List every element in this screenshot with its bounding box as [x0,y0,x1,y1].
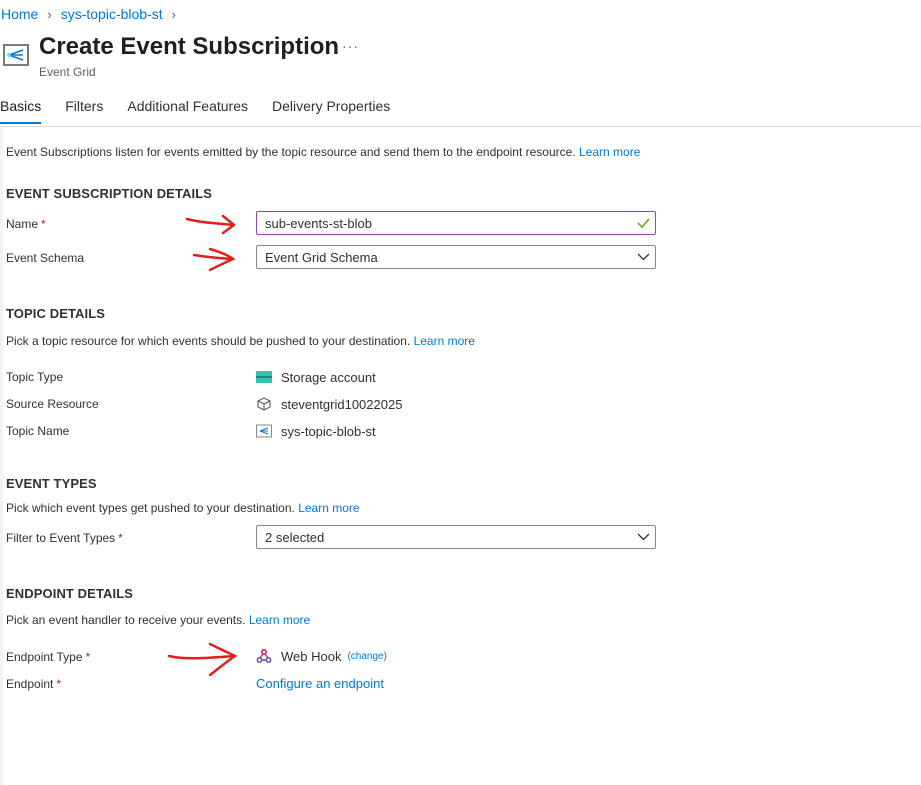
chevron-right-icon: › [171,6,176,22]
filter-event-types-label: Filter to Event Types * [6,531,123,545]
change-endpoint-link[interactable]: (change) [347,651,386,662]
event-schema-dropdown[interactable]: Event Grid Schema [256,245,656,269]
breadcrumb-topic[interactable]: sys-topic-blob-st [61,6,163,22]
endpoint-type-label: Endpoint Type * [6,650,90,664]
intro-description: Event Subscriptions listen for events em… [6,145,576,159]
topic-description: Pick a topic resource for which events s… [6,334,475,348]
endpoint-learn-more-link[interactable]: Learn more [249,613,310,627]
chevron-down-icon [631,253,655,261]
event-types-dropdown[interactable]: 2 selected [256,525,656,549]
source-resource-text: steventgrid10022025 [281,396,403,412]
topic-name-text: sys-topic-blob-st [281,423,376,439]
endpoint-description-text: Pick an event handler to receive your ev… [6,613,246,627]
storage-account-icon [256,369,272,385]
endpoint-type-label-text: Endpoint Type [6,650,83,664]
event-grid-topic-icon [256,423,272,439]
required-marker: * [118,531,123,545]
endpoint-description: Pick an event handler to receive your ev… [6,613,310,627]
topic-name-label: Topic Name [6,424,70,438]
checkmark-icon [631,218,655,228]
resource-cube-icon [256,396,272,412]
event-types-description: Pick which event types get pushed to you… [6,501,360,515]
topic-type-text: Storage account [281,369,376,385]
endpoint-type-value: Web Hook (change) [256,648,387,664]
endpoint-section-title: ENDPOINT DETAILS [6,586,134,601]
intro-text: Event Subscriptions listen for events em… [6,145,640,159]
annotation-arrow-name [185,214,236,235]
source-resource-label: Source Resource [6,397,99,411]
tabs-divider [0,126,921,127]
endpoint-type-text: Web Hook [281,648,342,664]
source-resource-value: steventgrid10022025 [256,396,402,412]
name-input[interactable]: sub-events-st-blob [256,211,656,235]
event-types-section-title: EVENT TYPES [6,476,97,491]
required-marker: * [85,650,91,664]
endpoint-label: Endpoint * [6,677,61,691]
name-label-text: Name [6,217,39,231]
tab-filters[interactable]: Filters [65,98,103,124]
page-title: Create Event Subscription [39,33,340,60]
filter-event-types-label-text: Filter to Event Types [6,531,116,545]
chevron-down-icon [631,533,655,541]
breadcrumb-home[interactable]: Home [1,6,38,22]
event-schema-value: Event Grid Schema [265,249,378,265]
event-types-learn-more-link[interactable]: Learn more [298,501,359,515]
configure-endpoint-link[interactable]: Configure an endpoint [256,676,384,691]
tab-bar: Basics Filters Additional Features Deliv… [0,98,414,124]
required-marker: * [56,677,62,691]
endpoint-label-text: Endpoint [6,677,54,691]
topic-type-value: Storage account [256,369,376,385]
topic-section-title: TOPIC DETAILS [6,306,106,321]
breadcrumb: Home › sys-topic-blob-st › [1,6,185,22]
tab-delivery-properties[interactable]: Delivery Properties [272,98,390,124]
name-label: Name * [6,217,46,231]
topic-type-label: Topic Type [6,370,64,384]
topic-description-text: Pick a topic resource for which events s… [6,334,411,348]
webhook-icon [256,648,272,664]
required-marker: * [41,217,46,231]
tab-additional-features[interactable]: Additional Features [127,98,248,124]
event-schema-label: Event Schema [6,251,85,265]
subscription-section-title: EVENT SUBSCRIPTION DETAILS [6,186,213,201]
page-subtitle: Event Grid [39,65,96,79]
topic-learn-more-link[interactable]: Learn more [414,334,475,348]
tab-basics[interactable]: Basics [0,98,42,124]
annotation-arrow-schema [192,247,236,272]
left-edge-strip [0,126,3,785]
topic-name-value: sys-topic-blob-st [256,423,376,439]
event-grid-icon [3,44,29,66]
name-input-value: sub-events-st-blob [265,215,372,231]
event-types-value: 2 selected [265,529,325,545]
intro-learn-more-link[interactable]: Learn more [579,145,640,159]
more-options-button[interactable]: ··· [342,38,359,54]
event-types-description-text: Pick which event types get pushed to you… [6,501,295,515]
chevron-right-icon: › [47,6,52,22]
annotation-arrow-endpoint [167,642,238,677]
